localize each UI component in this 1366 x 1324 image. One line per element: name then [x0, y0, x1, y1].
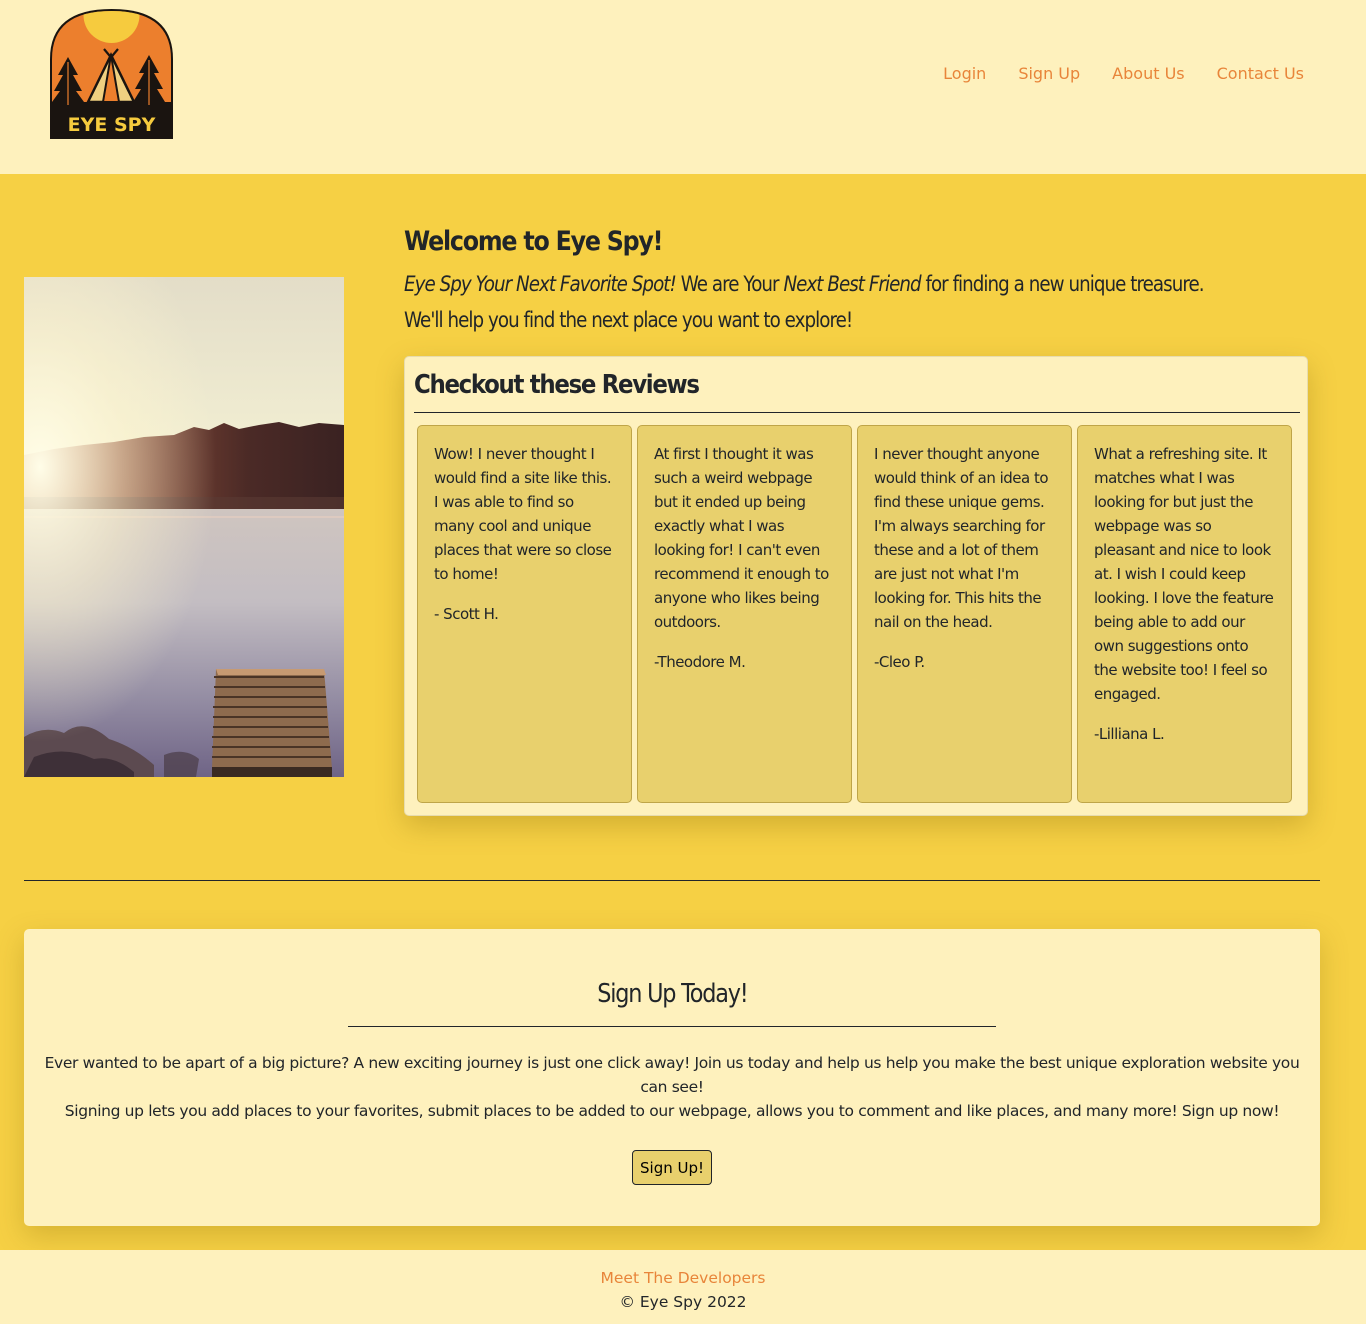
review-author: -Cleo P.: [874, 653, 925, 671]
intro-tagline: Eye Spy Your Next Favorite Spot!: [404, 272, 677, 296]
reviews-card: Checkout these Reviews Wow! I never thou…: [404, 356, 1308, 816]
reviews-list: Wow! I never thought I would find a site…: [417, 425, 1292, 803]
site-header: EYE SPY Login Sign Up About Us Contact U…: [0, 0, 1366, 174]
review-text: I never thought anyone would think of an…: [874, 445, 1049, 631]
eye-spy-logo[interactable]: EYE SPY: [48, 7, 175, 141]
review-card: At first I thought it was such a weird w…: [637, 425, 852, 803]
signup-title: Sign Up Today!: [24, 974, 1320, 1014]
review-text: At first I thought it was such a weird w…: [654, 445, 829, 631]
nav-login-link[interactable]: Login: [943, 62, 986, 86]
review-author: - Scott H.: [434, 605, 499, 623]
nav-about-link[interactable]: About Us: [1112, 62, 1184, 86]
reviews-divider: [414, 412, 1300, 413]
logo-text: EYE SPY: [68, 114, 156, 136]
site-footer: Meet The Developers © Eye Spy 2022: [0, 1250, 1366, 1324]
signup-description-line-1: Ever wanted to be apart of a big picture…: [44, 1054, 1300, 1096]
review-author: -Lilliana L.: [1094, 725, 1165, 743]
signup-divider: [348, 1026, 996, 1027]
intro-emphasis: Next Best Friend: [783, 272, 921, 296]
signup-description-line-2: Signing up lets you add places to your f…: [64, 1102, 1280, 1120]
logo-badge-icon: EYE SPY: [50, 9, 173, 139]
main-nav: Login Sign Up About Us Contact Us: [943, 62, 1304, 86]
nav-contact-link[interactable]: Contact Us: [1217, 62, 1304, 86]
review-card: Wow! I never thought I would find a site…: [417, 425, 632, 803]
review-card: I never thought anyone would think of an…: [857, 425, 1072, 803]
intro-text: Eye Spy Your Next Favorite Spot! We are …: [404, 266, 1213, 338]
copyright-text: © Eye Spy 2022: [619, 1293, 747, 1311]
welcome-title: Welcome to Eye Spy!: [404, 226, 664, 257]
meet-developers-link[interactable]: Meet The Developers: [0, 1266, 1366, 1290]
intro-text-part-1: We are Your: [675, 272, 784, 296]
review-text: Wow! I never thought I would find a site…: [434, 445, 612, 583]
section-divider: [24, 880, 1320, 881]
signup-title-text: Sign Up Today!: [596, 979, 749, 1009]
reviews-title: Checkout these Reviews: [414, 370, 700, 400]
lake-dock-photo: [24, 277, 344, 777]
signup-description: Ever wanted to be apart of a big picture…: [44, 1051, 1300, 1123]
review-card: What a refreshing site. It matches what …: [1077, 425, 1292, 803]
signup-button[interactable]: Sign Up!: [632, 1150, 712, 1185]
review-text: What a refreshing site. It matches what …: [1094, 445, 1274, 703]
signup-card: Sign Up Today! Ever wanted to be apart o…: [24, 929, 1320, 1226]
nav-signup-link[interactable]: Sign Up: [1018, 62, 1080, 86]
review-author: -Theodore M.: [654, 653, 746, 671]
